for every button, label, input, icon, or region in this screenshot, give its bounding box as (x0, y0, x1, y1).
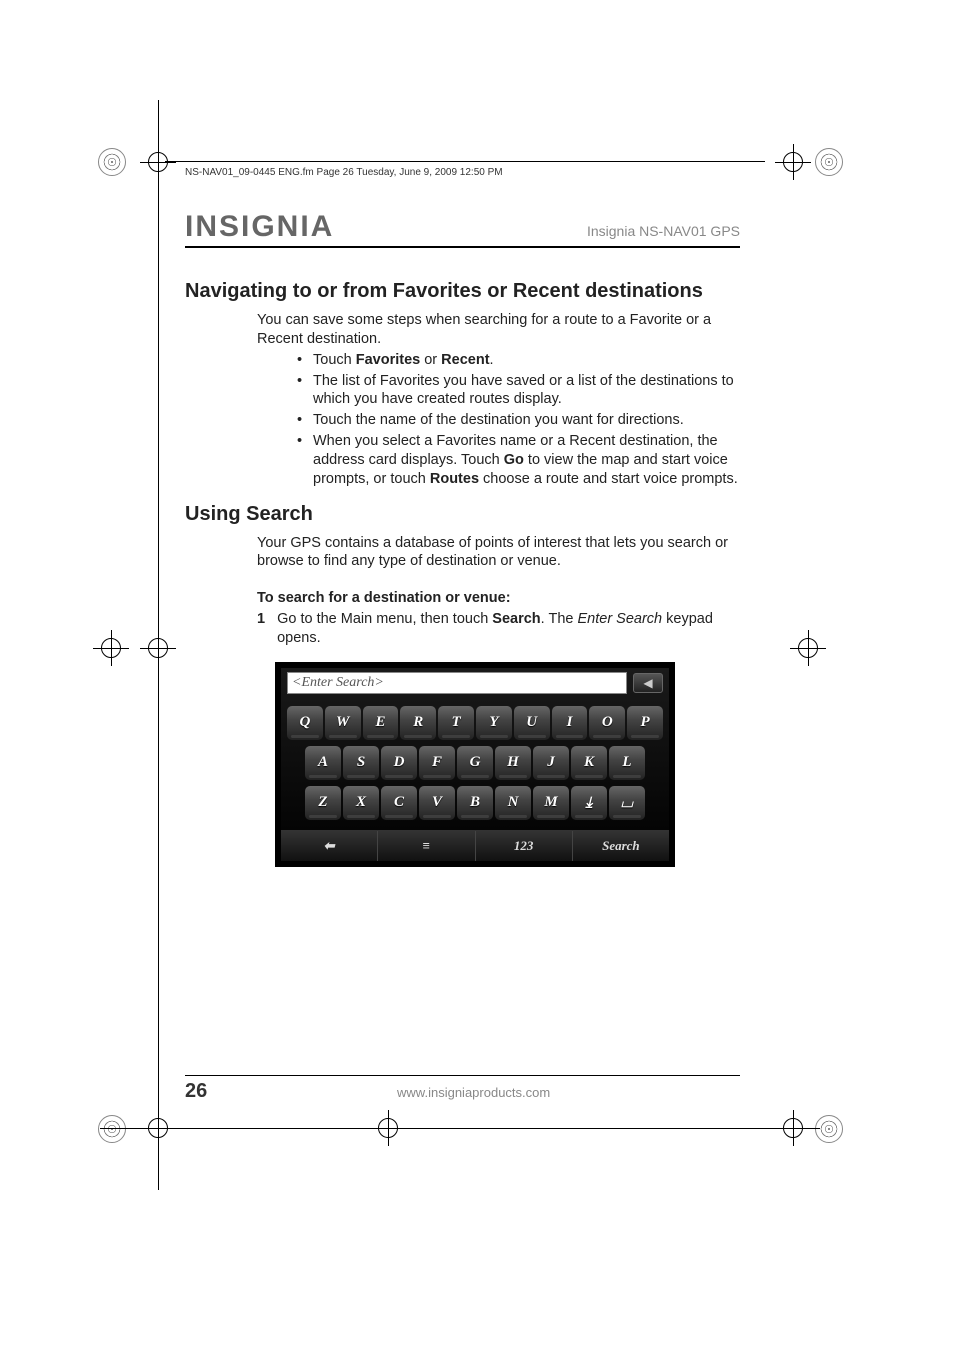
key-t[interactable]: T (438, 706, 474, 740)
key-z[interactable]: Z (305, 786, 341, 820)
space-key[interactable]: ⌴ (609, 786, 645, 820)
key-n[interactable]: N (495, 786, 531, 820)
key-s[interactable]: S (343, 746, 379, 780)
search-input[interactable]: <Enter Search> (287, 672, 627, 694)
key-i[interactable]: I (552, 706, 588, 740)
bullet-2: The list of Favorites you have saved or … (297, 372, 740, 410)
section2-body: Your GPS contains a database of points o… (257, 534, 740, 648)
list-button[interactable]: ≡ (378, 831, 475, 861)
key-v[interactable]: V (419, 786, 455, 820)
section2-title: Using Search (185, 503, 740, 526)
gps-keypad-screenshot: <Enter Search> ◀ QWERTYUIOP ASDFGHJKL ZX… (275, 662, 675, 867)
key-m[interactable]: M (533, 786, 569, 820)
search-button[interactable]: Search (573, 831, 669, 861)
numeric-button[interactable]: 123 (476, 831, 573, 861)
bullet-1: Touch Favorites or Recent. (297, 351, 740, 370)
key-w[interactable]: W (325, 706, 361, 740)
section1-intro: You can save some steps when searching f… (257, 311, 740, 349)
key-y[interactable]: Y (476, 706, 512, 740)
keyboard: QWERTYUIOP ASDFGHJKL ZXCVBNM⤓⌴ (281, 698, 669, 830)
key-o[interactable]: O (589, 706, 625, 740)
page-footer: 26 www.insigniaproducts.com (185, 1075, 740, 1103)
bullet-4: When you select a Favorites name or a Re… (297, 432, 740, 489)
key-h[interactable]: H (495, 746, 531, 780)
section2-intro: Your GPS contains a database of points o… (257, 534, 740, 572)
key-a[interactable]: A (305, 746, 341, 780)
bullet-3: Touch the name of the destination you wa… (297, 411, 740, 430)
page-number: 26 (185, 1080, 207, 1103)
key-b[interactable]: B (457, 786, 493, 820)
page-content: INSIGNIA Insignia NS-NAV01 GPS Navigatin… (185, 210, 740, 867)
key-u[interactable]: U (514, 706, 550, 740)
key-k[interactable]: K (571, 746, 607, 780)
procedure-heading: To search for a destination or venue: (257, 589, 740, 608)
section1-body: You can save some steps when searching f… (257, 311, 740, 489)
step-number: 1 (257, 610, 265, 648)
key-f[interactable]: F (419, 746, 455, 780)
key-q[interactable]: Q (287, 706, 323, 740)
keypad-bottom-bar: ⬅ ≡ 123 Search (281, 830, 669, 861)
product-name: Insignia NS-NAV01 GPS (587, 223, 740, 239)
key-g[interactable]: G (457, 746, 493, 780)
footer-url: www.insigniaproducts.com (397, 1085, 550, 1100)
backspace-key[interactable]: ◀ (633, 673, 663, 693)
step-1: 1 Go to the Main menu, then touch Search… (257, 610, 740, 648)
key-l[interactable]: L (609, 746, 645, 780)
key-d[interactable]: D (381, 746, 417, 780)
brand-logo: INSIGNIA (185, 210, 334, 244)
key-r[interactable]: R (400, 706, 436, 740)
key-e[interactable]: E (363, 706, 399, 740)
shift-key[interactable]: ⤓ (571, 786, 607, 820)
print-meta: NS-NAV01_09-0445 ENG.fm Page 26 Tuesday,… (185, 167, 503, 178)
key-p[interactable]: P (627, 706, 663, 740)
back-button[interactable]: ⬅ (281, 831, 378, 861)
header-row: INSIGNIA Insignia NS-NAV01 GPS (185, 210, 740, 248)
key-j[interactable]: J (533, 746, 569, 780)
key-x[interactable]: X (343, 786, 379, 820)
key-c[interactable]: C (381, 786, 417, 820)
section1-title: Navigating to or from Favorites or Recen… (185, 280, 740, 303)
